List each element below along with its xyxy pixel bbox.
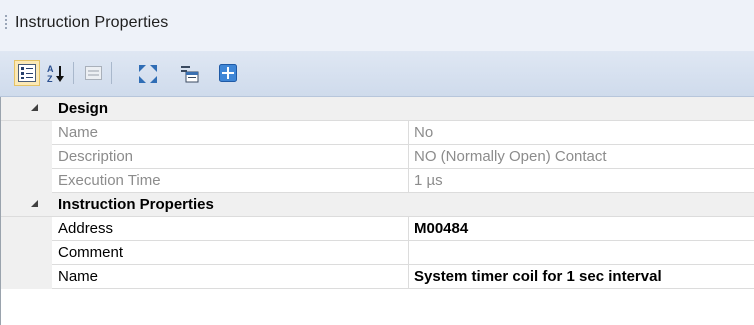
add-icon — [219, 64, 237, 82]
property-value[interactable]: System timer coil for 1 sec interval — [414, 268, 662, 285]
categorized-button[interactable] — [14, 60, 40, 86]
property-row-description[interactable]: Description NO (Normally Open) Contact — [1, 145, 754, 169]
toolbar-separator — [111, 62, 112, 84]
properties-panel: Instruction Properties A Z Design Name N… — [0, 0, 754, 325]
expand-all-icon — [139, 65, 157, 83]
property-value[interactable]: M00484 — [414, 220, 468, 237]
property-grid: Design Name No Description NO (Normally … — [0, 97, 754, 325]
property-pages-button[interactable] — [80, 60, 106, 86]
property-row-execution-time[interactable]: Execution Time 1 µs — [1, 169, 754, 193]
panel-title-bar: Instruction Properties — [0, 0, 754, 51]
property-value: No — [414, 124, 434, 141]
category-label: Design — [58, 100, 109, 117]
collapse-triangle-icon[interactable] — [31, 104, 38, 111]
property-row-address[interactable]: Address M00484 — [1, 217, 754, 241]
category-row-design[interactable]: Design — [1, 97, 754, 121]
property-name: Execution Time — [58, 172, 161, 189]
categorized-icon — [18, 64, 36, 82]
properties-window-button[interactable] — [176, 60, 202, 86]
property-name: Comment — [58, 244, 124, 261]
add-button[interactable] — [215, 60, 241, 86]
drag-grip-icon[interactable] — [5, 15, 8, 35]
property-row-instruction-name[interactable]: Name System timer coil for 1 sec interva… — [1, 265, 754, 289]
expand-all-button[interactable] — [134, 60, 160, 86]
property-name: Address — [58, 220, 114, 237]
category-label: Instruction Properties — [58, 196, 214, 213]
svg-text:Z: Z — [47, 74, 53, 84]
property-toolbar: A Z — [0, 51, 754, 97]
property-value: NO (Normally Open) Contact — [414, 148, 607, 165]
svg-text:A: A — [47, 64, 54, 74]
alphabetical-sort-icon: A Z — [47, 64, 64, 84]
toolbar-separator — [73, 62, 74, 84]
property-pages-icon — [85, 66, 102, 80]
property-name: Name — [58, 124, 99, 141]
property-value: 1 µs — [414, 172, 443, 189]
category-row-instruction-properties[interactable]: Instruction Properties — [1, 193, 754, 217]
property-name: Description — [58, 148, 134, 165]
alphabetical-button[interactable]: A Z — [43, 60, 69, 86]
properties-window-icon — [181, 66, 199, 83]
property-name: Name — [58, 268, 99, 285]
collapse-triangle-icon[interactable] — [31, 200, 38, 207]
panel-title: Instruction Properties — [15, 14, 169, 31]
property-row-comment[interactable]: Comment — [1, 241, 754, 265]
property-row-name[interactable]: Name No — [1, 121, 754, 145]
